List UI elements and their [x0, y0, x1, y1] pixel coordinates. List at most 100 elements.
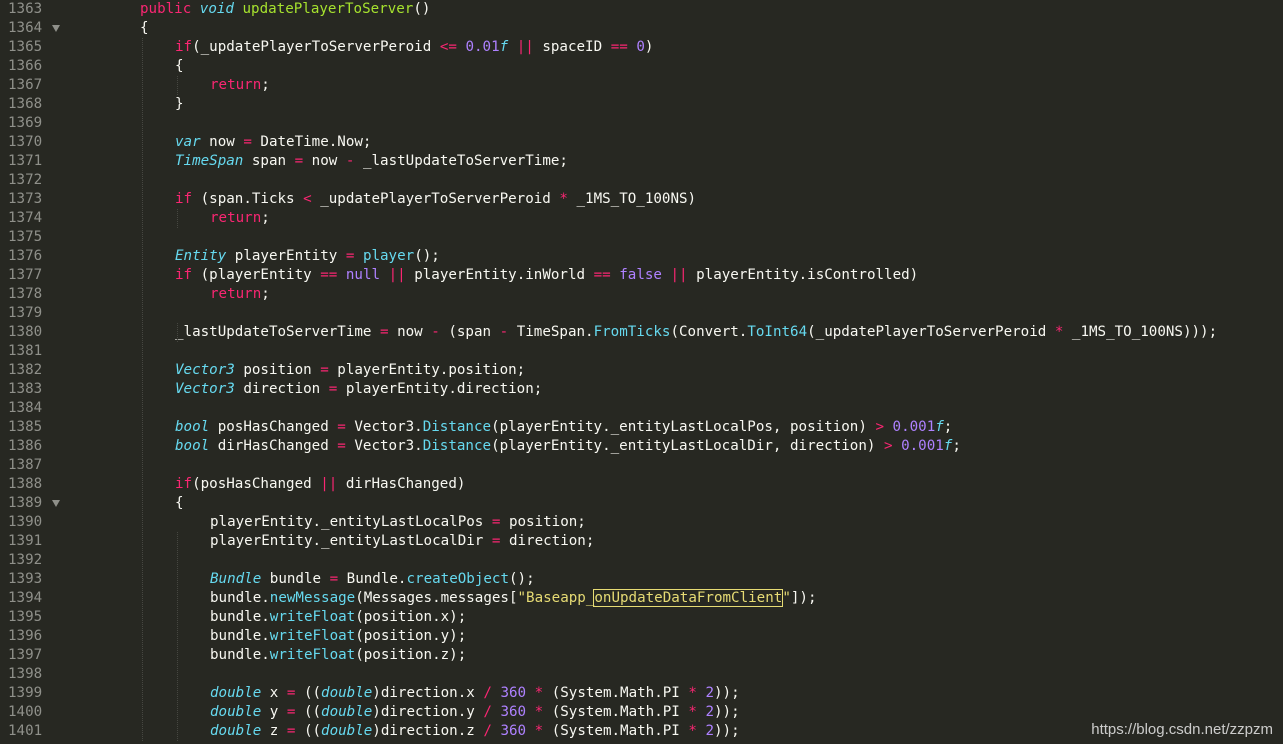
code-text[interactable]: return; — [210, 209, 270, 228]
code-token: (Convert. — [670, 324, 748, 340]
code-text[interactable]: TimeSpan span = now - _lastUpdateToServe… — [175, 152, 568, 171]
line-number: 1377 — [8, 267, 43, 283]
code-line[interactable]: 1382 Vector3 position = playerEntity.posi… — [0, 361, 1283, 380]
code-token: " — [782, 590, 791, 606]
code-token: playerEntity.direction; — [337, 381, 543, 397]
code-token: || — [320, 476, 338, 492]
code-text[interactable]: Vector3 direction = playerEntity.directi… — [175, 380, 542, 399]
code-text[interactable]: playerEntity._entityLastLocalDir = direc… — [210, 532, 594, 551]
code-line[interactable]: 1394 bundle.newMessage(Messages.messages[… — [0, 589, 1283, 608]
code-line[interactable]: 1386 bool dirHasChanged = Vector3.Distanc… — [0, 437, 1283, 456]
indent-guide — [177, 532, 178, 741]
code-text[interactable]: bundle.writeFloat(position.x); — [210, 608, 466, 627]
code-token: direction — [234, 381, 329, 397]
code-line[interactable]: 1367 return; — [0, 76, 1283, 95]
code-line[interactable]: 1372 — [0, 171, 1283, 190]
code-token: = — [294, 153, 304, 169]
indent-guide — [177, 323, 178, 342]
code-token: (playerEntity._entityLastLocalPos, posit… — [491, 419, 876, 435]
code-editor[interactable]: 1363 public void updatePlayerToServer() 13… — [0, 0, 1283, 744]
code-line[interactable]: 1387 — [0, 456, 1283, 475]
code-line[interactable]: 1393 Bundle bundle = Bundle.createObject(… — [0, 570, 1283, 589]
code-token: - — [499, 324, 509, 340]
code-line[interactable]: 1391 playerEntity._entityLastLocalDir = d… — [0, 532, 1283, 551]
code-line[interactable]: 1395 bundle.writeFloat(position.x); — [0, 608, 1283, 627]
code-text[interactable]: return; — [210, 76, 270, 95]
code-line[interactable]: 1385 bool posHasChanged = Vector3.Distanc… — [0, 418, 1283, 437]
code-line[interactable]: 1390 playerEntity._entityLastLocalPos = p… — [0, 513, 1283, 532]
code-text[interactable]: Vector3 position = playerEntity.position… — [175, 361, 525, 380]
code-text[interactable]: Entity playerEntity = player(); — [175, 247, 440, 266]
code-token: * — [688, 704, 697, 720]
code-line[interactable]: 1373 if (span.Ticks < _updatePlayerToServ… — [0, 190, 1283, 209]
code-line[interactable]: 1375 — [0, 228, 1283, 247]
code-token: "Baseapp_ — [517, 590, 595, 606]
code-text[interactable]: bool dirHasChanged = Vector3.Distance(pl… — [175, 437, 961, 456]
code-token: = — [243, 134, 252, 150]
fold-arrow-icon[interactable] — [52, 500, 60, 507]
code-token: 2 — [705, 723, 715, 739]
code-line[interactable]: 1363 public void updatePlayerToServer() — [0, 0, 1283, 19]
watermark-text: https://blog.csdn.net/zzpzm — [1091, 721, 1273, 738]
code-line[interactable]: 1379 — [0, 304, 1283, 323]
code-line[interactable]: 1388 if(posHasChanged || dirHasChanged) — [0, 475, 1283, 494]
code-text[interactable]: } — [175, 95, 184, 114]
code-line[interactable]: 1389 { — [0, 494, 1283, 513]
code-token: createObject — [406, 571, 509, 587]
code-line[interactable]: 1383 Vector3 direction = playerEntity.dir… — [0, 380, 1283, 399]
code-text[interactable]: { — [140, 19, 149, 38]
code-line[interactable]: 1399 double x = ((double)direction.x / 36… — [0, 684, 1283, 703]
code-text[interactable]: bundle.newMessage(Messages.messages["Bas… — [210, 589, 816, 608]
line-number: 1391 — [8, 533, 43, 549]
code-token: (); — [414, 248, 440, 264]
code-text[interactable]: Bundle bundle = Bundle.createObject(); — [210, 570, 535, 589]
code-token: direction; — [500, 533, 595, 549]
code-text[interactable]: if (playerEntity == null || playerEntity… — [175, 266, 918, 285]
code-line[interactable]: 1378 return; — [0, 285, 1283, 304]
code-token: (( — [295, 704, 322, 720]
code-line[interactable]: 1376 Entity playerEntity = player(); — [0, 247, 1283, 266]
code-text[interactable]: { — [175, 57, 184, 76]
code-text[interactable]: public void updatePlayerToServer() — [140, 0, 430, 19]
code-line[interactable]: 1374 return; — [0, 209, 1283, 228]
code-line[interactable]: 1396 bundle.writeFloat(position.y); — [0, 627, 1283, 646]
code-line[interactable]: 1370 var now = DateTime.Now; — [0, 133, 1283, 152]
code-text[interactable]: if(posHasChanged || dirHasChanged) — [175, 475, 465, 494]
code-text[interactable]: bool posHasChanged = Vector3.Distance(pl… — [175, 418, 952, 437]
fold-arrow-icon[interactable] — [52, 25, 60, 32]
code-text[interactable]: return; — [210, 285, 270, 304]
code-line[interactable]: 1365 if(_updatePlayerToServerPeroid <= 0.… — [0, 38, 1283, 57]
code-line[interactable]: 1366 { — [0, 57, 1283, 76]
code-line[interactable]: 1369 — [0, 114, 1283, 133]
highlighted-match: onUpdateDataFromClient — [593, 589, 784, 607]
line-number: 1389 — [8, 495, 43, 511]
code-token: _lastUpdateToServerTime; — [354, 153, 568, 169]
code-text[interactable]: if (span.Ticks < _updatePlayerToServerPe… — [175, 190, 696, 209]
code-token: playerEntity.position; — [328, 362, 526, 378]
code-text[interactable]: double y = ((double)direction.y / 360 * … — [210, 703, 740, 722]
code-token: playerEntity._entityLastLocalPos — [210, 514, 492, 530]
code-line[interactable]: 1384 — [0, 399, 1283, 418]
code-token: double — [210, 723, 262, 739]
code-text[interactable]: double z = ((double)direction.z / 360 * … — [210, 722, 740, 741]
code-text[interactable]: bundle.writeFloat(position.z); — [210, 646, 466, 665]
code-text[interactable]: { — [175, 494, 184, 513]
code-token: bundle. — [210, 609, 270, 625]
code-text[interactable]: double x = ((double)direction.x / 360 * … — [210, 684, 740, 703]
code-line[interactable]: 1368} — [0, 95, 1283, 114]
code-line[interactable]: 1364 { — [0, 19, 1283, 38]
code-line[interactable]: 1400 double y = ((double)direction.y / 36… — [0, 703, 1283, 722]
code-text[interactable]: playerEntity._entityLastLocalPos = posit… — [210, 513, 586, 532]
code-line[interactable]: 1371 TimeSpan span = now - _lastUpdateToS… — [0, 152, 1283, 171]
code-text[interactable]: var now = DateTime.Now; — [175, 133, 371, 152]
code-line[interactable]: 1377 if (playerEntity == null || playerEn… — [0, 266, 1283, 285]
code-text[interactable]: _lastUpdateToServerTime = now - (span - … — [175, 323, 1217, 342]
code-line[interactable]: 1381 — [0, 342, 1283, 361]
code-text[interactable]: bundle.writeFloat(position.y); — [210, 627, 466, 646]
code-line[interactable]: 1392 — [0, 551, 1283, 570]
code-line[interactable]: 1380 _lastUpdateToServerTime = now - (spa… — [0, 323, 1283, 342]
code-line[interactable]: 1398 — [0, 665, 1283, 684]
code-text[interactable]: if(_updatePlayerToServerPeroid <= 0.01f … — [175, 38, 653, 57]
code-line[interactable]: 1397 bundle.writeFloat(position.z); — [0, 646, 1283, 665]
